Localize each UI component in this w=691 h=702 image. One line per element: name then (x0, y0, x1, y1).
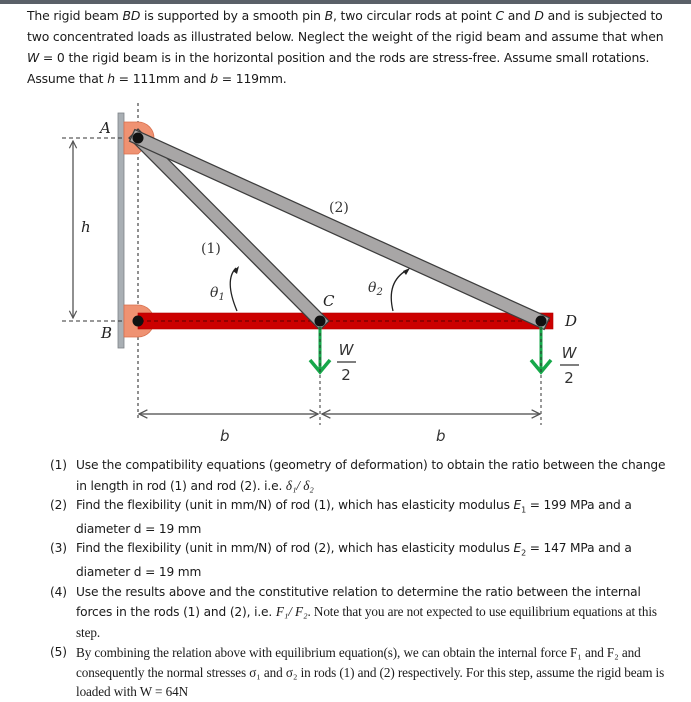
question-4: (4) Use the results above and the consti… (50, 583, 670, 644)
wall (117, 112, 125, 349)
label-h: h (81, 218, 91, 236)
question-text: Find the flexibility (unit in mm/N) of r… (76, 541, 514, 556)
pin-D (535, 315, 547, 327)
label-b-2: b (436, 427, 446, 445)
question-1: (1) Use the compatibility equations (geo… (50, 456, 670, 496)
pin-B (132, 315, 144, 327)
beam-diagram: h A B C D (1) (2) θ1 θ2 W 2 W 2 b b (62, 103, 579, 445)
intro-text: is supported by a smooth pin (140, 8, 325, 23)
intro-text: , two circular rods at point (332, 8, 496, 23)
intro-text: = 119mm. (217, 71, 287, 86)
question-number: (3) (50, 541, 67, 556)
intro-text: = 111mm and (114, 71, 211, 86)
question-5: (5) By combining the relation above with… (50, 643, 670, 702)
question-text: By combining the relation above with equ… (76, 645, 665, 700)
question-number: (5) (50, 645, 67, 660)
pin-A (132, 132, 144, 144)
question-math: δ₁/ δ₂ (285, 477, 314, 493)
intro-var: h (107, 71, 115, 86)
rod-1-fill (129, 129, 329, 330)
question-number: (1) (50, 458, 67, 472)
top-border (0, 0, 691, 4)
label-B: B (100, 324, 112, 342)
load-D-denominator: 2 (564, 369, 574, 387)
label-theta-2: θ2 (368, 280, 383, 298)
question-var: E (513, 498, 522, 512)
label-b-1: b (220, 427, 230, 445)
question-math: F₁/ F₂ (275, 604, 308, 620)
theta-2-arrowhead (403, 268, 410, 275)
load-C-numerator: W (339, 341, 355, 359)
intro-var: BD (122, 8, 141, 23)
label-rod-2: (2) (329, 200, 349, 216)
intro-text: and (503, 8, 535, 23)
intro-var: W (27, 50, 40, 65)
load-D-numerator: W (562, 344, 578, 362)
rod-2-fill (130, 130, 549, 329)
question-2: (2) Find the flexibility (unit in mm/N) … (50, 496, 670, 539)
question-number: (2) (50, 498, 67, 512)
pin-C (314, 315, 326, 327)
label-A: A (98, 119, 111, 137)
intro-var: B (324, 8, 334, 23)
question-list: (1) Use the compatibility equations (geo… (50, 456, 670, 702)
label-rod-1: (1) (201, 241, 221, 257)
load-C-denominator: 2 (341, 366, 351, 384)
question-3: (3) Find the flexibility (unit in mm/N) … (50, 539, 670, 582)
theta-1-arc (229, 267, 238, 312)
intro-var: b (210, 71, 218, 86)
label-theta-1: θ1 (210, 285, 225, 303)
question-var: E (513, 541, 522, 556)
question-text: Use the compatibility equations (geometr… (76, 458, 666, 493)
label-D: D (564, 312, 577, 330)
intro-text: The rigid beam (27, 8, 123, 23)
label-C: C (323, 292, 335, 310)
question-number: (4) (50, 584, 67, 599)
theta-2-arc (390, 269, 408, 312)
problem-statement: The rigid beam BD is supported by a smoo… (27, 5, 667, 89)
question-text: Find the flexibility (unit in mm/N) of r… (76, 498, 514, 512)
intro-var: C (495, 8, 504, 23)
intro-var: D (534, 8, 544, 23)
